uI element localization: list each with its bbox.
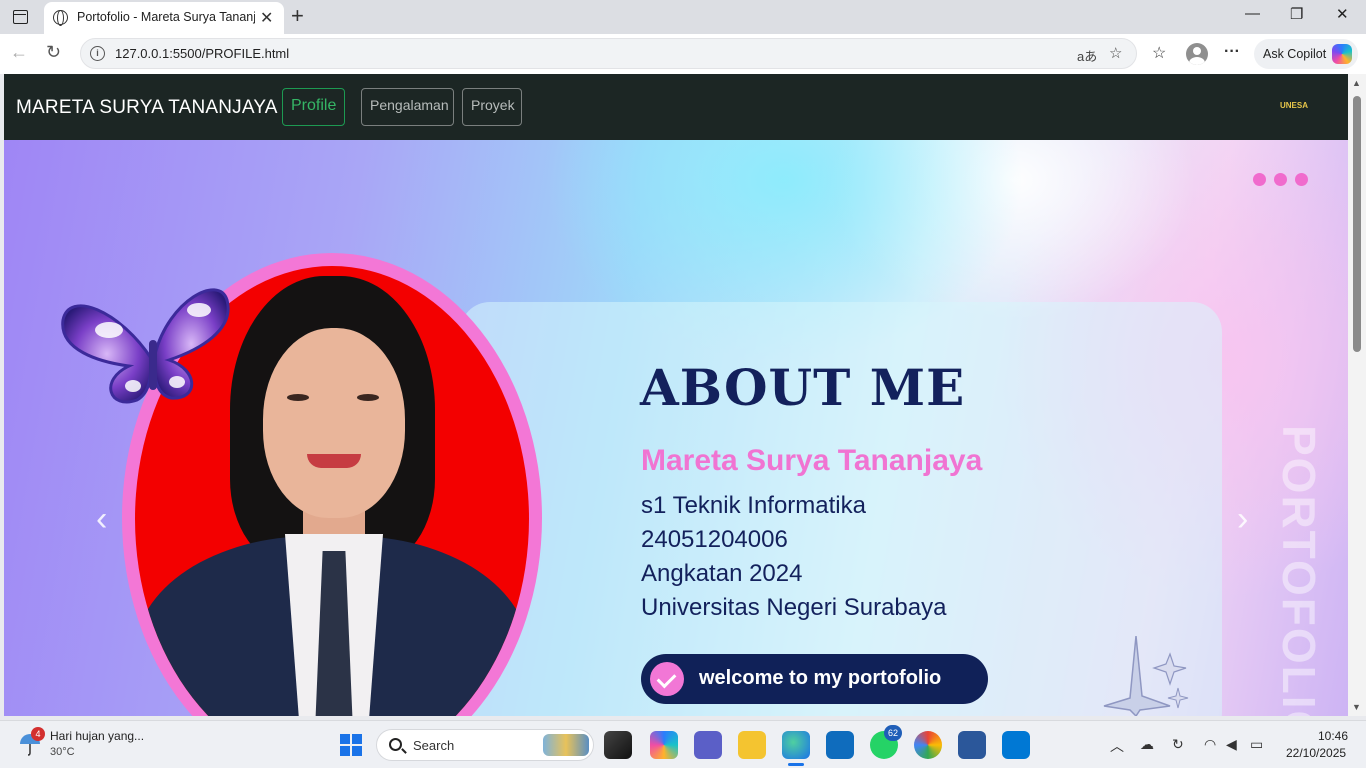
copilot-label: Ask Copilot xyxy=(1263,47,1327,61)
vscode-icon[interactable] xyxy=(1002,731,1030,759)
globe-icon xyxy=(53,10,68,26)
back-button[interactable]: ← xyxy=(10,42,28,63)
profile-cohort: Angkatan 2024 xyxy=(641,560,803,587)
whatsapp-icon[interactable]: 62 xyxy=(870,725,902,759)
site-navbar: MARETA SURYA TANANJAYA Profile Pengalama… xyxy=(4,74,1348,140)
cloud-icon[interactable]: ☁ xyxy=(1140,736,1154,753)
word-icon[interactable] xyxy=(958,731,986,759)
close-window-button[interactable]: ✕ xyxy=(1336,5,1349,23)
nav-pengalaman[interactable]: Pengalaman xyxy=(361,88,454,126)
clock-time[interactable]: 10:46 xyxy=(1318,729,1348,743)
address-toolbar: ← ↻ i 127.0.0.1:5500/PROFILE.html aあ ☆ ☆… xyxy=(0,34,1366,74)
page-viewport: MARETA SURYA TANANJAYA Profile Pengalama… xyxy=(4,74,1348,716)
favorite-star-icon[interactable]: ☆ xyxy=(1109,44,1122,62)
page-scrollbar[interactable]: ▲ ▼ xyxy=(1348,74,1366,716)
url-bar[interactable]: i 127.0.0.1:5500/PROFILE.html aあ ☆ xyxy=(80,38,1137,69)
windows-start-icon[interactable] xyxy=(340,734,362,756)
more-menu-icon[interactable]: ··· xyxy=(1224,43,1240,61)
copilot-app-icon[interactable] xyxy=(650,731,678,759)
scrollbar-thumb[interactable] xyxy=(1353,96,1361,352)
wifi-icon[interactable]: ◠ xyxy=(1204,736,1216,753)
refresh-button[interactable]: ↻ xyxy=(46,42,61,63)
weather-alert-badge: 4 xyxy=(31,727,45,741)
teams-icon[interactable] xyxy=(694,731,722,759)
profile-avatar-icon[interactable] xyxy=(1186,43,1208,65)
volume-icon[interactable]: ◀ xyxy=(1226,736,1237,753)
store-icon[interactable] xyxy=(826,731,854,759)
carousel-prev-button[interactable]: ‹ xyxy=(96,500,107,539)
search-icon xyxy=(389,738,402,751)
url-text[interactable]: 127.0.0.1:5500/PROFILE.html xyxy=(115,46,289,61)
profile-nim: 24051204006 xyxy=(641,526,788,553)
welcome-button[interactable]: welcome to my portofolio xyxy=(641,654,988,704)
scroll-up-icon[interactable]: ▲ xyxy=(1352,78,1361,88)
browser-tab-bar: Portofolio - Mareta Surya Tananjaya ✕ + … xyxy=(0,0,1366,34)
new-tab-button[interactable]: + xyxy=(291,3,304,29)
tab-close-icon[interactable]: ✕ xyxy=(260,8,273,28)
ask-copilot-button[interactable]: Ask Copilot xyxy=(1254,39,1358,69)
task-view-icon[interactable] xyxy=(604,731,632,759)
profile-name: Mareta Surya Tananjaya xyxy=(641,444,983,477)
chrome-icon[interactable] xyxy=(914,731,942,759)
nav-proyek[interactable]: Proyek xyxy=(462,88,522,126)
whatsapp-badge: 62 xyxy=(884,725,902,741)
search-label: Search xyxy=(413,738,455,753)
profile-program: s1 Teknik Informatika xyxy=(641,492,866,519)
carousel-next-button[interactable]: › xyxy=(1237,500,1248,539)
scroll-down-icon[interactable]: ▼ xyxy=(1352,702,1361,712)
copilot-icon xyxy=(1332,44,1352,64)
windows-taskbar: 4 Hari hujan yang... 30°C Search 62 ︿ ☁ … xyxy=(0,720,1366,768)
unesa-logo: UNESA xyxy=(1280,101,1309,110)
sync-icon[interactable]: ↻ xyxy=(1172,736,1184,753)
hero-carousel: PORTOFOLIO M ‹ › ABOUT ME Mareta Surya T… xyxy=(4,140,1348,716)
battery-icon[interactable]: ▭ xyxy=(1250,736,1263,753)
weather-title[interactable]: Hari hujan yang... xyxy=(50,729,144,743)
browser-tab[interactable]: Portofolio - Mareta Surya Tananjaya ✕ xyxy=(44,2,284,34)
edge-icon[interactable] xyxy=(782,731,810,766)
weather-temp: 30°C xyxy=(50,746,75,758)
file-explorer-icon[interactable] xyxy=(738,731,766,759)
site-brand[interactable]: MARETA SURYA TANANJAYA xyxy=(16,97,278,119)
taskbar-search[interactable]: Search xyxy=(376,729,594,761)
clock-date[interactable]: 22/10/2025 xyxy=(1286,746,1346,760)
site-info-icon[interactable]: i xyxy=(90,46,105,61)
favorites-icon[interactable]: ☆ xyxy=(1152,43,1166,63)
check-icon xyxy=(650,662,684,696)
tab-title: Portofolio - Mareta Surya Tananjaya xyxy=(77,10,255,24)
butterfly-decoration xyxy=(61,288,230,404)
minimize-button[interactable]: — xyxy=(1245,5,1260,22)
search-highlight-art xyxy=(543,734,589,756)
read-aloud-icon[interactable]: aあ xyxy=(1077,46,1097,65)
about-me-heading: ABOUT ME xyxy=(640,358,966,417)
tray-overflow-icon[interactable]: ︿ xyxy=(1110,736,1124,756)
maximize-button[interactable]: ❐ xyxy=(1290,5,1303,23)
decor-dots xyxy=(1253,173,1316,191)
sparkle-decoration xyxy=(1103,636,1189,716)
sidebar-toggle-icon[interactable] xyxy=(8,6,32,28)
nav-profile[interactable]: Profile xyxy=(282,88,346,126)
welcome-label: welcome to my portofolio xyxy=(699,667,942,689)
profile-university: Universitas Negeri Surabaya xyxy=(641,594,947,621)
vertical-watermark: PORTOFOLIO M xyxy=(1273,425,1325,716)
